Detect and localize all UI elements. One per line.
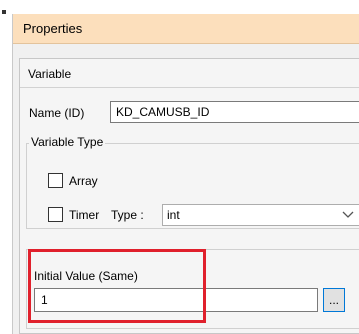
- timer-label[interactable]: Timer: [69, 208, 99, 222]
- properties-window: Properties Variable Name (ID) Variable T…: [12, 14, 359, 334]
- type-dropdown-button[interactable]: [335, 205, 359, 225]
- section-label: Variable: [28, 67, 72, 81]
- initial-value-input[interactable]: [34, 288, 318, 312]
- type-select-value: int: [167, 208, 180, 222]
- section-divider: [20, 87, 359, 88]
- window-title: Properties: [23, 21, 83, 36]
- desktop-background: [0, 0, 12, 334]
- name-id-label: Name (ID): [29, 106, 85, 120]
- titlebar[interactable]: Properties: [13, 14, 359, 44]
- initial-value-label: Initial Value (Same): [34, 269, 138, 283]
- name-id-input[interactable]: [110, 101, 359, 123]
- properties-panel: Variable Name (ID) Variable Type Array T…: [19, 58, 359, 334]
- type-select[interactable]: int: [162, 204, 359, 226]
- variable-type-legend: Variable Type: [29, 135, 106, 149]
- initial-value-browse-button[interactable]: ...: [323, 288, 345, 312]
- array-checkbox[interactable]: [48, 173, 63, 188]
- type-label: Type :: [111, 208, 144, 222]
- chevron-down-icon: [342, 211, 354, 218]
- array-label[interactable]: Array: [69, 174, 98, 188]
- desktop-mark: [2, 10, 6, 14]
- timer-checkbox[interactable]: [48, 207, 63, 222]
